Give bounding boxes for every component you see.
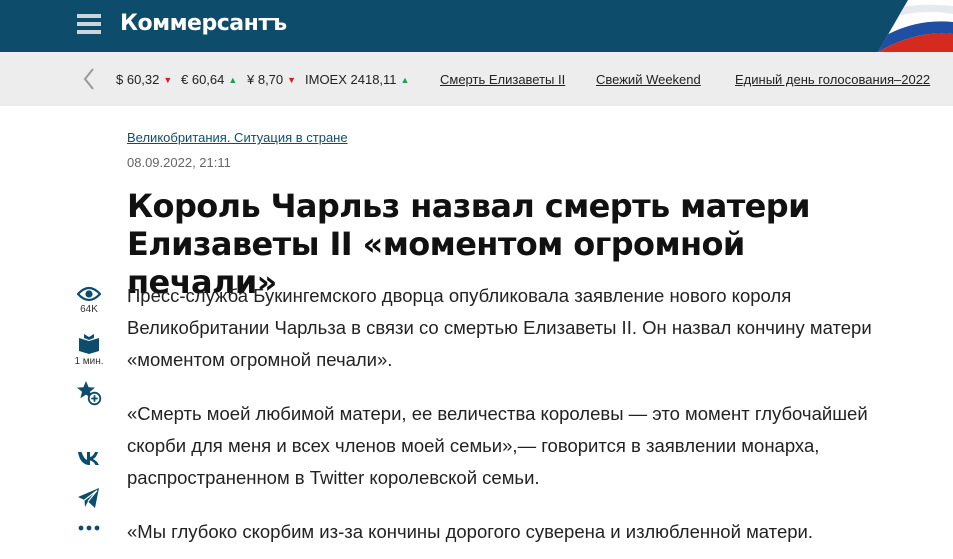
vk-icon [78,452,99,465]
telegram-icon [78,488,99,508]
quote-usd: $ 60,32 ▼ [116,72,173,87]
quote-cny: ¥ 8,70 ▼ [247,72,297,87]
share-vk-button[interactable] [72,450,106,466]
ticker-link-weekend[interactable]: Свежий Weekend [596,72,701,87]
article-paragraph: Пресс-служба Букингемского дворца опубли… [127,285,872,370]
ticker-link-elizabeth-death[interactable]: Смерть Елизаветы II [440,72,565,87]
eye-icon [77,286,101,302]
star-add-icon [77,381,102,406]
site-header: Коммерсантъ [0,0,953,52]
article-date: 08.09.2022, 21:11 [127,155,231,170]
views-counter: 64K [72,286,106,315]
trend-up-icon: ▲ [228,75,238,85]
quote-eur: € 60,64 ▲ [181,72,238,87]
chevron-left-icon[interactable] [82,67,96,91]
hamburger-menu-icon[interactable] [77,13,101,35]
read-time: 1 мин. [72,332,106,367]
article-rubric-link[interactable]: Великобритания. Ситуация в стране [127,130,348,145]
ticker-bar: $ 60,32 ▼ € 60,64 ▲ ¥ 8,70 ▼ IMOEX 2418,11 ▲… [0,52,953,106]
more-dots-icon [78,525,100,531]
views-count: 64K [80,304,98,315]
trend-up-icon: ▲ [400,75,410,85]
more-options-button[interactable] [72,524,106,532]
share-telegram-button[interactable] [72,487,106,509]
book-icon [79,334,99,354]
article-paragraph: «Мы глубоко скорбим из-за кончины дорого… [127,521,813,542]
trend-down-icon: ▼ [287,75,297,85]
ticker-link-election-day[interactable]: Единый день голосования–2022 [735,72,930,87]
quote-imoex: IMOEX 2418,11 ▲ [305,72,410,87]
add-to-favorites-button[interactable] [72,380,106,406]
read-time-value: 1 мин. [74,356,104,367]
article-paragraph: «Смерть моей любимой матери, ее величест… [127,403,868,488]
trend-down-icon: ▼ [163,75,173,85]
russian-flag-icon [878,0,953,52]
site-logo[interactable]: Коммерсантъ [120,11,287,36]
